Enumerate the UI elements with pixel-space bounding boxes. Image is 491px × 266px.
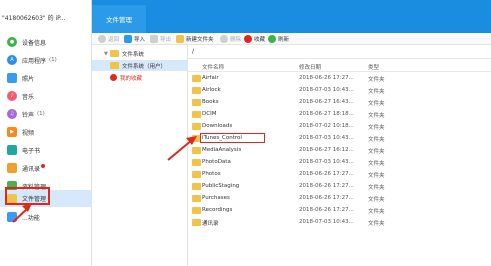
arrow-to-file-management (12, 203, 32, 223)
arrow-to-itunes-control (167, 136, 197, 161)
annotation-arrows (12, 136, 197, 223)
